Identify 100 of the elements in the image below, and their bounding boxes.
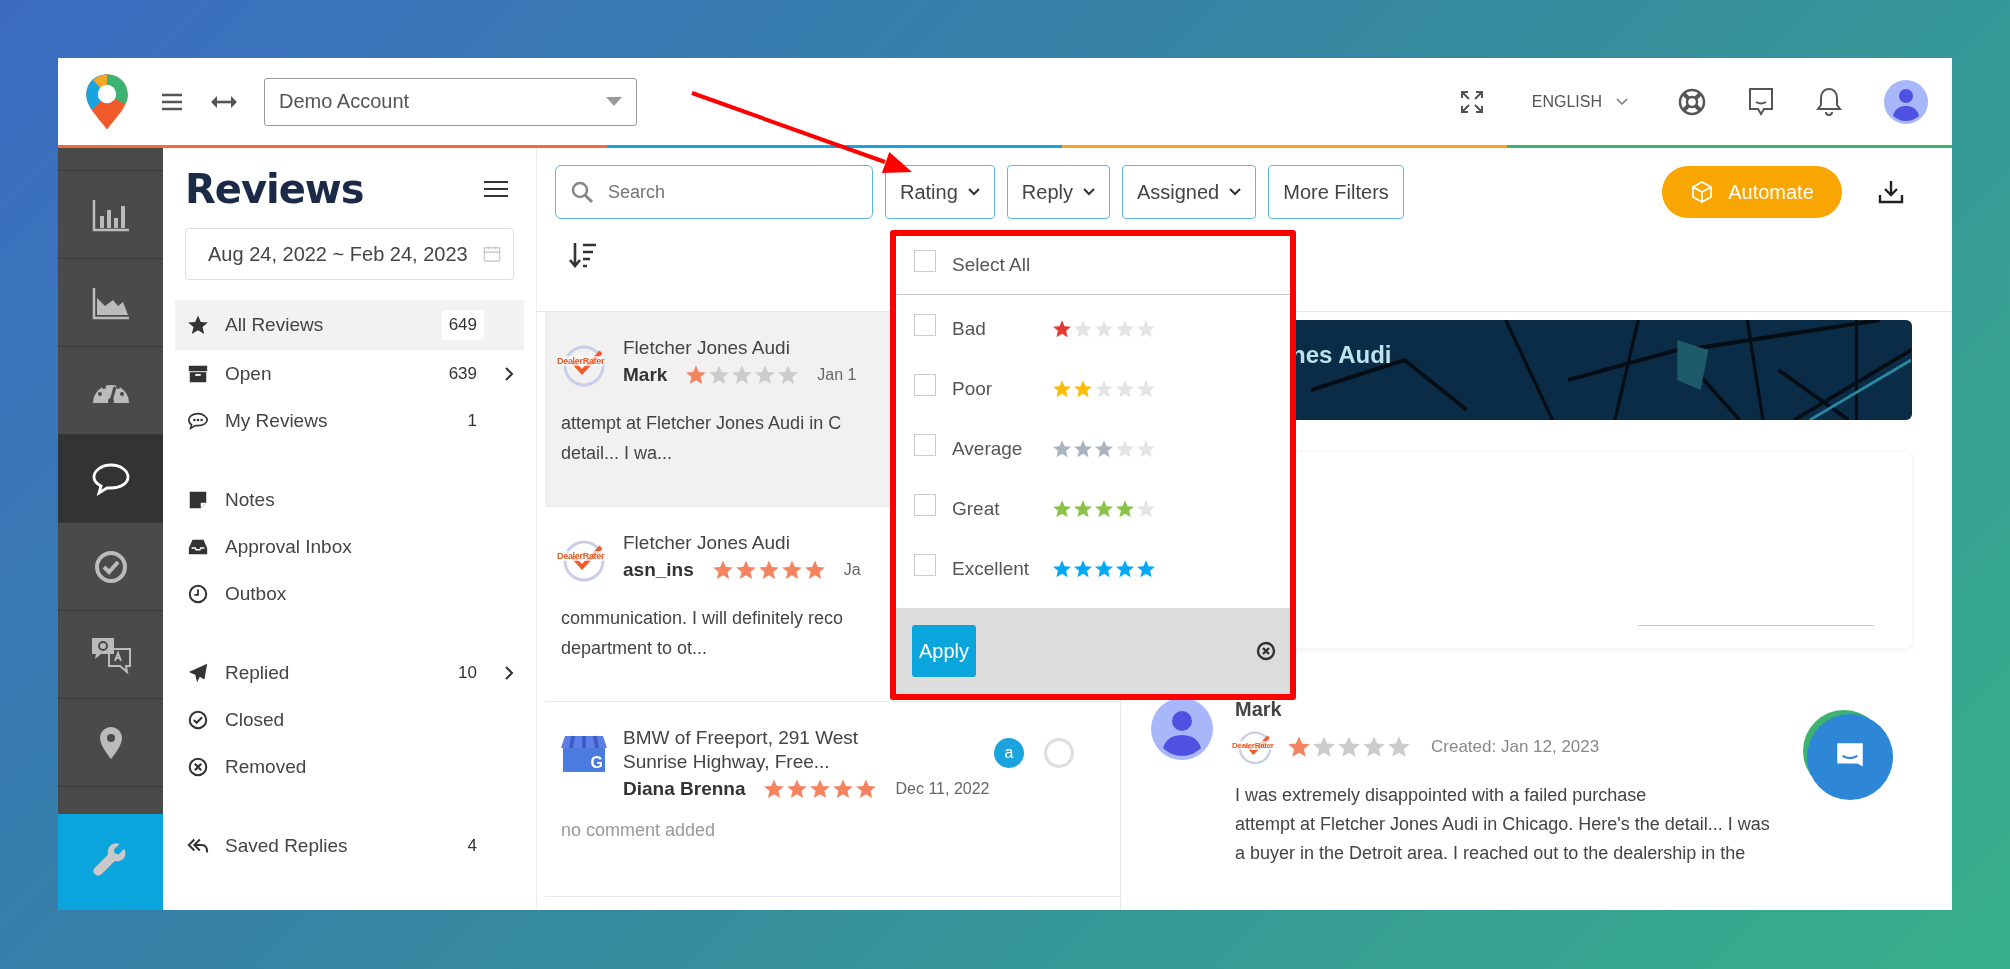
star-icon: [803, 559, 826, 581]
star-icon: [1115, 319, 1135, 339]
review-date: Dec 11, 2022: [895, 780, 990, 798]
star-icon: [711, 559, 734, 581]
checkbox[interactable]: [914, 434, 936, 456]
sidebar-item[interactable]: Open 639: [175, 350, 524, 397]
chevron-down-icon: [1616, 97, 1628, 106]
star-icon: [780, 559, 803, 581]
logo-text: DealerRater: [557, 551, 605, 561]
filter-dropdown-button[interactable]: Rating: [885, 165, 995, 219]
logo-text: DealerRater: [1232, 741, 1274, 750]
checkbox[interactable]: [914, 554, 936, 576]
language-select[interactable]: ENGLISH: [1531, 92, 1628, 111]
star-icon: [763, 778, 786, 800]
sidebar-item[interactable]: Saved Replies 4: [175, 822, 524, 869]
chevron-down-icon: [1082, 188, 1095, 196]
close-icon[interactable]: [1256, 641, 1276, 661]
download-icon[interactable]: [1878, 179, 1904, 205]
chevron-right-icon: [504, 365, 514, 382]
sidebar-item[interactable]: Outbox: [175, 570, 524, 617]
paper-plane-icon: [187, 661, 209, 684]
star-icon: [855, 778, 878, 800]
empty-comment-text: no comment added: [561, 820, 716, 841]
logo-text: DealerRater: [557, 356, 605, 366]
date-range-field[interactable]: Aug 24, 2022 ~ Feb 24, 2023: [185, 228, 514, 280]
review-date: Ja: [843, 561, 861, 579]
star-icon: [685, 364, 708, 386]
checkbox[interactable]: [914, 374, 936, 396]
logo-text: G: [590, 754, 603, 772]
star-icon: [754, 364, 777, 386]
calendar-icon: [483, 245, 501, 263]
review-text: I was extremely disappointed with a failed purchase attempt at Fletcher Jones Audi in Chicago. Here's the detail... I was a buyer in the Detroit area. I reached out to the dealership in the: [1235, 784, 1770, 865]
map-pin-icon: [98, 725, 123, 760]
star-icon: [1362, 735, 1386, 759]
sidebar-item[interactable]: My Reviews 1: [175, 397, 524, 444]
chevron-right-icon: [504, 664, 514, 681]
count-label: 10: [457, 661, 478, 684]
star-icon: [1136, 499, 1156, 519]
fullscreen-icon[interactable]: [1459, 89, 1484, 114]
star-icon: [734, 559, 757, 581]
sidebar-item[interactable]: Replied 10: [175, 649, 524, 696]
star-icon: [1094, 379, 1114, 399]
more-filters-button[interactable]: More Filters: [1268, 165, 1404, 219]
star-icon: [1136, 379, 1156, 399]
check-circle-icon: [93, 549, 128, 584]
reviewer-name: Mark: [623, 364, 668, 386]
star-icon: [1115, 439, 1135, 459]
star-icon: [832, 778, 855, 800]
menu-icon[interactable]: [484, 179, 508, 199]
business-name: Fletcher Jones Audi: [623, 531, 791, 555]
avatar-icon: [1151, 698, 1213, 760]
star-icon: [708, 364, 731, 386]
review-date: Jan 1: [817, 366, 857, 384]
reviewer-name: asn_ins: [623, 559, 694, 581]
select-all-option[interactable]: Select All: [896, 236, 1290, 295]
chat-icon[interactable]: [1748, 86, 1774, 117]
sort-icon[interactable]: [569, 241, 597, 269]
search-field[interactable]: Search: [555, 165, 873, 219]
review-excerpt: attempt at Fletcher Jones Audi in C detail... I wa...: [561, 412, 842, 465]
select-radio[interactable]: [1044, 738, 1074, 768]
star-icon: [1115, 379, 1135, 399]
area-chart-icon: [90, 285, 131, 320]
assignee-badge: a: [994, 738, 1024, 768]
check-circle-icon: [187, 708, 209, 731]
checkbox[interactable]: [914, 314, 936, 336]
business-name: Fletcher Jones Audi: [623, 336, 791, 360]
speech-bubble-icon: [90, 461, 131, 496]
cube-icon: [1690, 180, 1715, 204]
filter-dropdown-button[interactable]: Reply: [1006, 165, 1110, 219]
bar-chart-icon: [90, 197, 131, 232]
star-icon: [1094, 319, 1114, 339]
nav-rail-button[interactable]: [58, 435, 163, 523]
avatar-icon[interactable]: [1884, 79, 1928, 124]
lifebuoy-icon[interactable]: [1678, 87, 1706, 116]
checkbox[interactable]: [914, 494, 936, 516]
star-icon: [786, 778, 809, 800]
star-icon: [1337, 735, 1361, 759]
star-icon: [1287, 735, 1311, 759]
star-icon: [1312, 735, 1336, 759]
checkbox[interactable]: [914, 250, 936, 272]
star-icon: [731, 364, 754, 386]
sidebar-item[interactable]: All Reviews 649: [175, 300, 524, 350]
bell-icon[interactable]: [1816, 86, 1842, 117]
star-icon: [1073, 319, 1093, 339]
business-name: BMW of Freeport, 291 West Sunrise Highway, Free...: [623, 726, 860, 774]
filter-dropdown-button[interactable]: Assigned: [1121, 165, 1257, 219]
account-select[interactable]: Demo Account: [264, 77, 637, 126]
pin-logo-icon[interactable]: [84, 71, 130, 132]
double-arrow-icon[interactable]: [210, 93, 238, 110]
review-list-item[interactable]: G BMW of Freeport, 291 West Sunrise Highway, Free... Diana Brenna Dec 11, 2022 a no comment added: [545, 702, 1120, 897]
x-circle-icon: [187, 755, 209, 778]
sidebar-item[interactable]: Approval Inbox: [175, 523, 524, 570]
star-icon: [1136, 319, 1156, 339]
reviewer-name: Mark: [1235, 698, 1283, 721]
sidebar-item[interactable]: Closed: [175, 696, 524, 743]
count-label: 639: [447, 362, 478, 385]
star-icon: [1136, 439, 1156, 459]
page-title: Reviews: [185, 166, 364, 212]
sidebar-item[interactable]: Removed: [175, 743, 524, 790]
sidebar-item[interactable]: Notes: [175, 476, 524, 523]
